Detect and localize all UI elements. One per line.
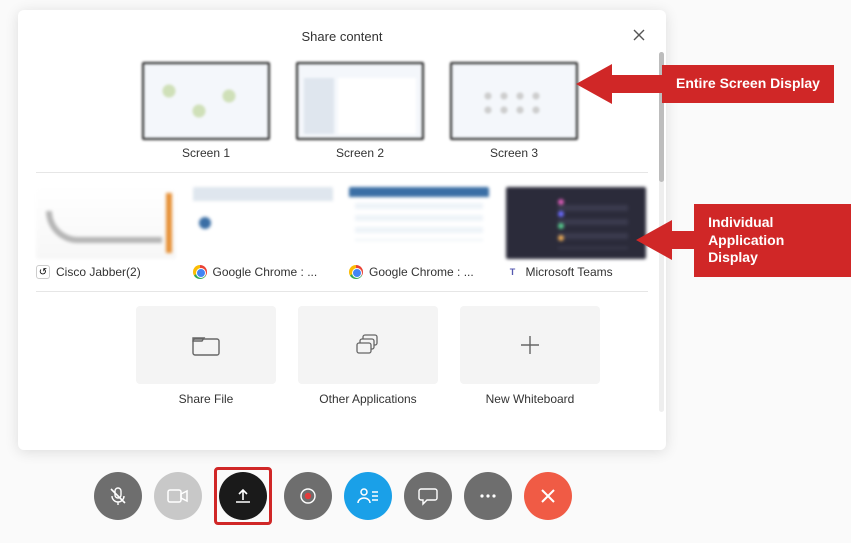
close-icon <box>540 488 556 504</box>
arrow-left-icon <box>576 64 612 104</box>
record-icon <box>298 486 318 506</box>
screen-tile-2[interactable]: Screen 2 <box>290 62 430 160</box>
chat-button[interactable] <box>404 472 452 520</box>
screen-label: Screen 1 <box>182 146 230 160</box>
google-chrome-icon <box>349 265 363 279</box>
cisco-jabber-icon: ↺ <box>36 265 50 279</box>
app-tile-google-chrome-2[interactable]: Google Chrome : ... <box>349 187 492 279</box>
record-button[interactable] <box>284 472 332 520</box>
action-label: Share File <box>179 392 234 406</box>
share-up-icon <box>233 486 253 506</box>
mute-button[interactable] <box>94 472 142 520</box>
stack-icon <box>355 333 381 357</box>
participants-button[interactable] <box>344 472 392 520</box>
share-file-button[interactable] <box>136 306 276 384</box>
arrow-stem <box>672 231 694 249</box>
new-whiteboard-button[interactable] <box>460 306 600 384</box>
screen-tile-3[interactable]: Screen 3 <box>444 62 584 160</box>
more-icon <box>478 493 498 499</box>
app-thumbnail <box>193 187 333 259</box>
annotation-individual-app: Individual Application Display <box>636 204 851 277</box>
app-label: Microsoft Teams <box>526 265 613 279</box>
divider <box>36 172 648 173</box>
screen-thumbnail <box>450 62 578 140</box>
share-content-button[interactable] <box>219 472 267 520</box>
applications-row: ↺ Cisco Jabber(2) Google Chrome : ... Go… <box>36 187 648 279</box>
app-thumbnail <box>36 187 176 259</box>
actions-row: Share File Other Applications New Whiteb… <box>36 306 648 406</box>
divider <box>36 291 648 292</box>
participants-icon <box>356 487 380 505</box>
video-button[interactable] <box>154 472 202 520</box>
close-icon <box>633 29 645 41</box>
panel-title: Share content <box>302 29 383 44</box>
app-tile-microsoft-teams[interactable]: T Microsoft Teams <box>506 187 649 279</box>
screen-thumbnail <box>296 62 424 140</box>
plus-icon <box>519 334 541 356</box>
share-button-highlight <box>214 467 272 525</box>
other-applications-button[interactable] <box>298 306 438 384</box>
annotation-label: Entire Screen Display <box>662 65 834 103</box>
annotation-entire-screen: Entire Screen Display <box>576 64 834 104</box>
folder-icon <box>192 334 220 356</box>
screen-label: Screen 3 <box>490 146 538 160</box>
screens-row: Screen 1 Screen 2 Screen 3 <box>36 62 648 160</box>
share-content-panel: Share content Screen 1 Screen 2 Screen 3… <box>18 10 666 450</box>
app-tile-cisco-jabber[interactable]: ↺ Cisco Jabber(2) <box>36 187 179 279</box>
panel-header: Share content <box>36 24 648 48</box>
close-button[interactable] <box>630 26 648 44</box>
annotation-label: Individual Application Display <box>694 204 851 277</box>
meeting-control-bar <box>94 467 572 525</box>
screen-label: Screen 2 <box>336 146 384 160</box>
action-label: Other Applications <box>319 392 416 406</box>
action-label: New Whiteboard <box>486 392 575 406</box>
google-chrome-icon <box>193 265 207 279</box>
screen-tile-1[interactable]: Screen 1 <box>136 62 276 160</box>
arrow-stem <box>612 75 662 93</box>
more-options-button[interactable] <box>464 472 512 520</box>
arrow-left-icon <box>636 220 672 260</box>
camera-icon <box>167 488 189 504</box>
app-label: Google Chrome : ... <box>213 265 318 279</box>
app-thumbnail <box>349 187 489 259</box>
app-label: Cisco Jabber(2) <box>56 265 141 279</box>
app-tile-google-chrome-1[interactable]: Google Chrome : ... <box>193 187 336 279</box>
screen-thumbnail <box>142 62 270 140</box>
app-label: Google Chrome : ... <box>369 265 474 279</box>
microsoft-teams-icon: T <box>506 265 520 279</box>
chat-icon <box>418 486 438 506</box>
end-call-button[interactable] <box>524 472 572 520</box>
microphone-muted-icon <box>108 486 128 506</box>
app-thumbnail <box>506 187 646 259</box>
